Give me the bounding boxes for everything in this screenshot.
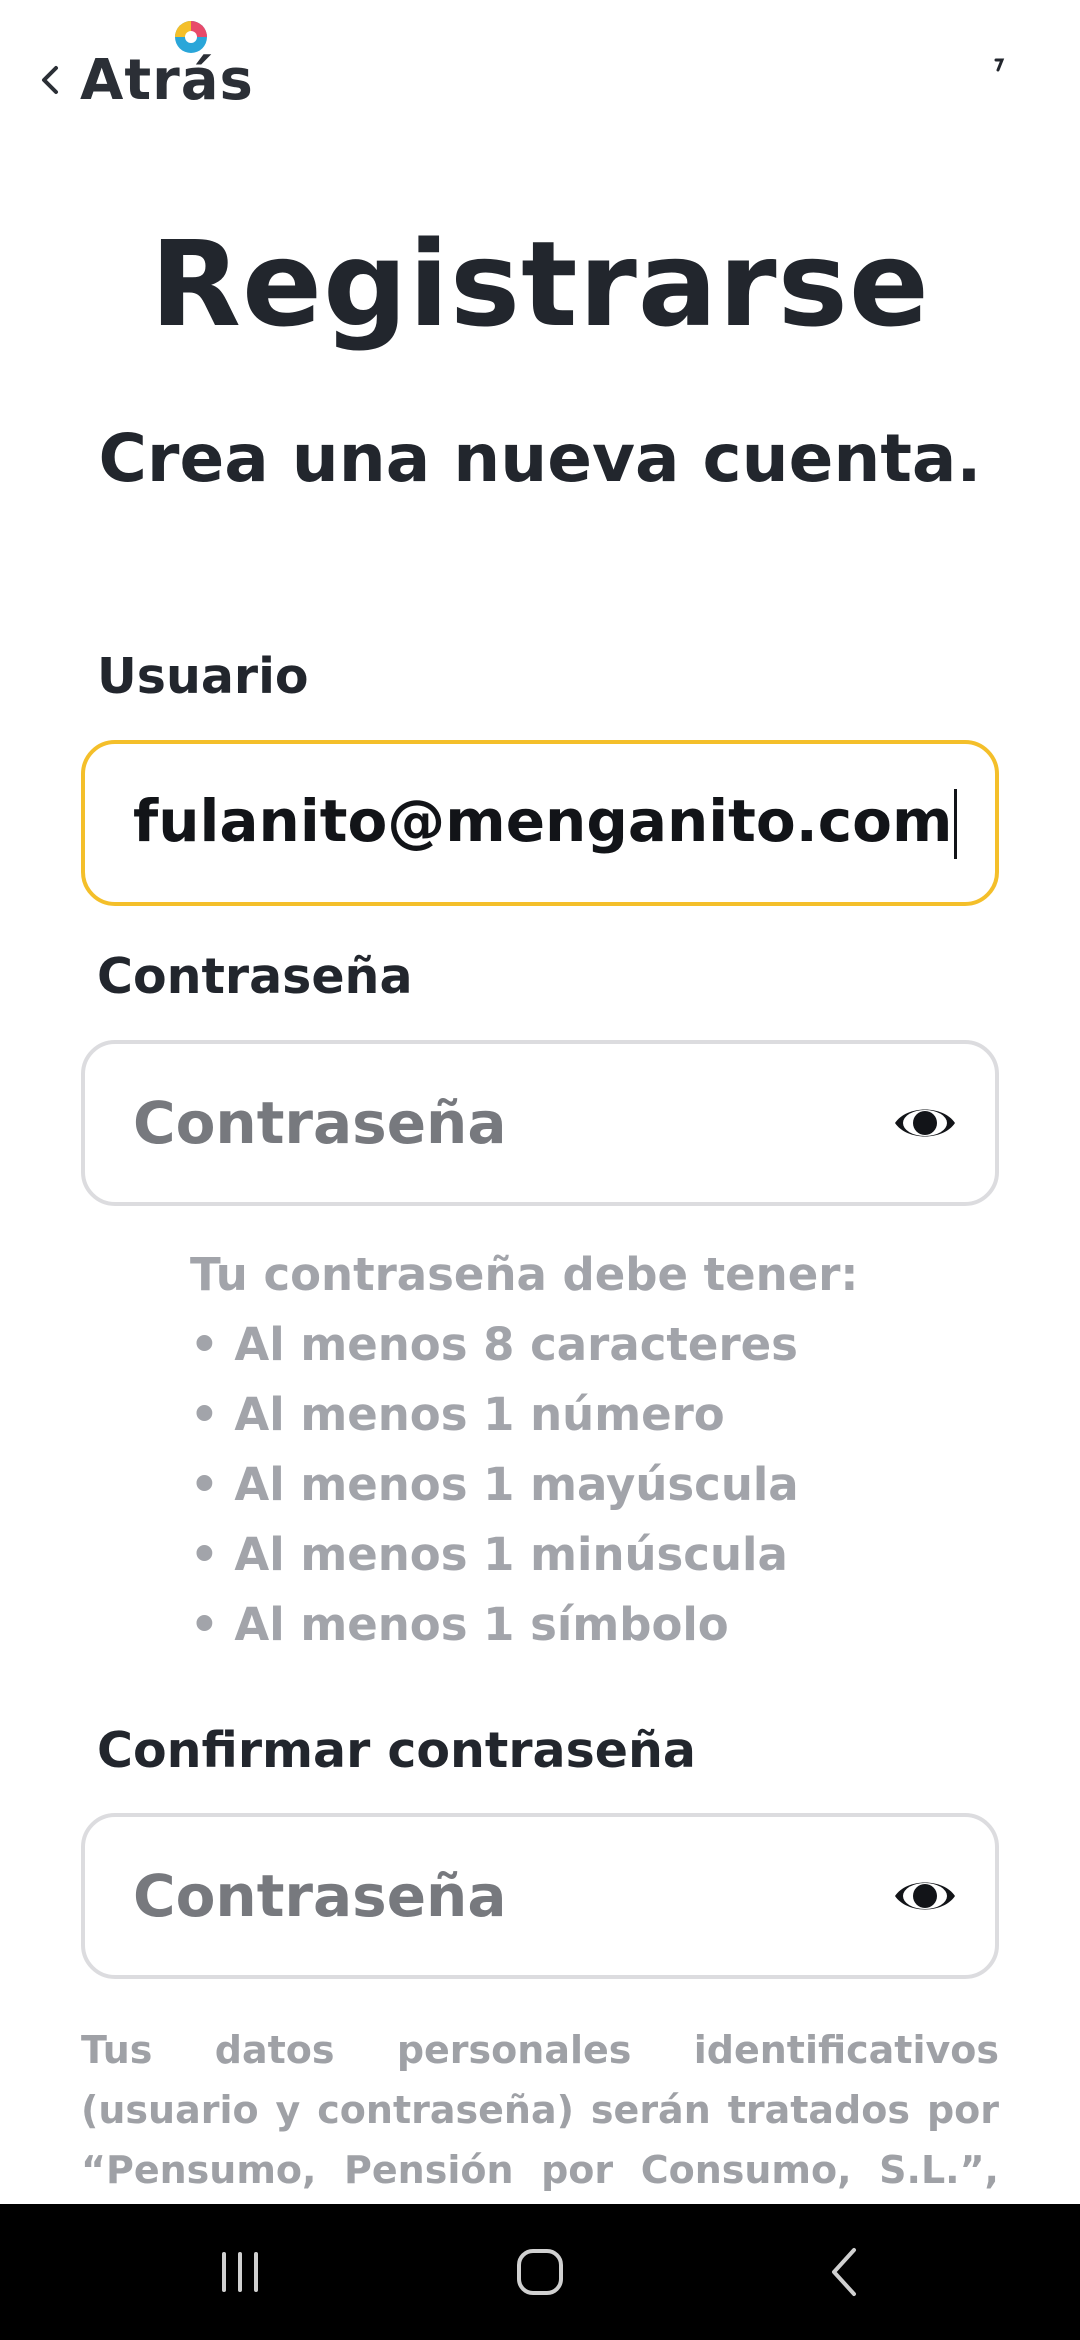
text-caret — [954, 789, 958, 860]
status-mark-icon — [994, 58, 1005, 72]
requirement-item: • Al menos 1 minúscula — [190, 1528, 788, 1581]
password-label: Contraseña — [97, 948, 413, 1005]
requirement-item: • Al menos 1 símbolo — [190, 1598, 729, 1651]
chevron-left-icon — [42, 66, 58, 94]
eye-icon[interactable] — [893, 1101, 957, 1145]
back-label: Atrás — [80, 20, 254, 113]
eye-icon[interactable] — [893, 1874, 957, 1918]
back-icon — [832, 2248, 856, 2296]
recents-icon — [222, 2252, 258, 2292]
password-requirements: Tu contraseña debe tener: • Al menos 8 c… — [190, 1240, 858, 1660]
back-link[interactable]: Atrás — [36, 20, 254, 120]
home-icon — [517, 2249, 563, 2295]
requirements-heading: Tu contraseña debe tener: — [190, 1248, 859, 1301]
home-button[interactable] — [480, 2228, 600, 2316]
requirement-item: • Al menos 8 caracteres — [190, 1318, 798, 1371]
back-label-text: Atrás — [80, 47, 254, 113]
brand-logo-icon — [175, 20, 207, 53]
password-placeholder: Contraseña — [133, 1089, 507, 1157]
page-title: Registrarse — [150, 215, 930, 353]
password-input[interactable]: Contraseña — [81, 1040, 999, 1206]
top-bar: Atrás — [0, 0, 1080, 140]
username-label: Usuario — [97, 648, 309, 705]
register-screen: Atrás Registrarse Crea una nueva cuenta.… — [0, 0, 1080, 2340]
recents-button[interactable] — [180, 2228, 300, 2316]
page-subtitle: Crea una nueva cuenta. — [98, 420, 982, 497]
requirement-item: • Al menos 1 número — [190, 1388, 725, 1441]
username-value: fulanito@menganito.com — [133, 787, 958, 860]
requirement-item: • Al menos 1 mayúscula — [190, 1458, 799, 1511]
back-button[interactable] — [784, 2228, 904, 2316]
confirm-password-input[interactable]: Contraseña — [81, 1813, 999, 1979]
username-input[interactable]: fulanito@menganito.com — [81, 740, 999, 906]
confirm-password-label: Confirmar contraseña — [97, 1722, 696, 1779]
confirm-password-placeholder: Contraseña — [133, 1862, 507, 1930]
system-navigation-bar — [0, 2204, 1080, 2340]
